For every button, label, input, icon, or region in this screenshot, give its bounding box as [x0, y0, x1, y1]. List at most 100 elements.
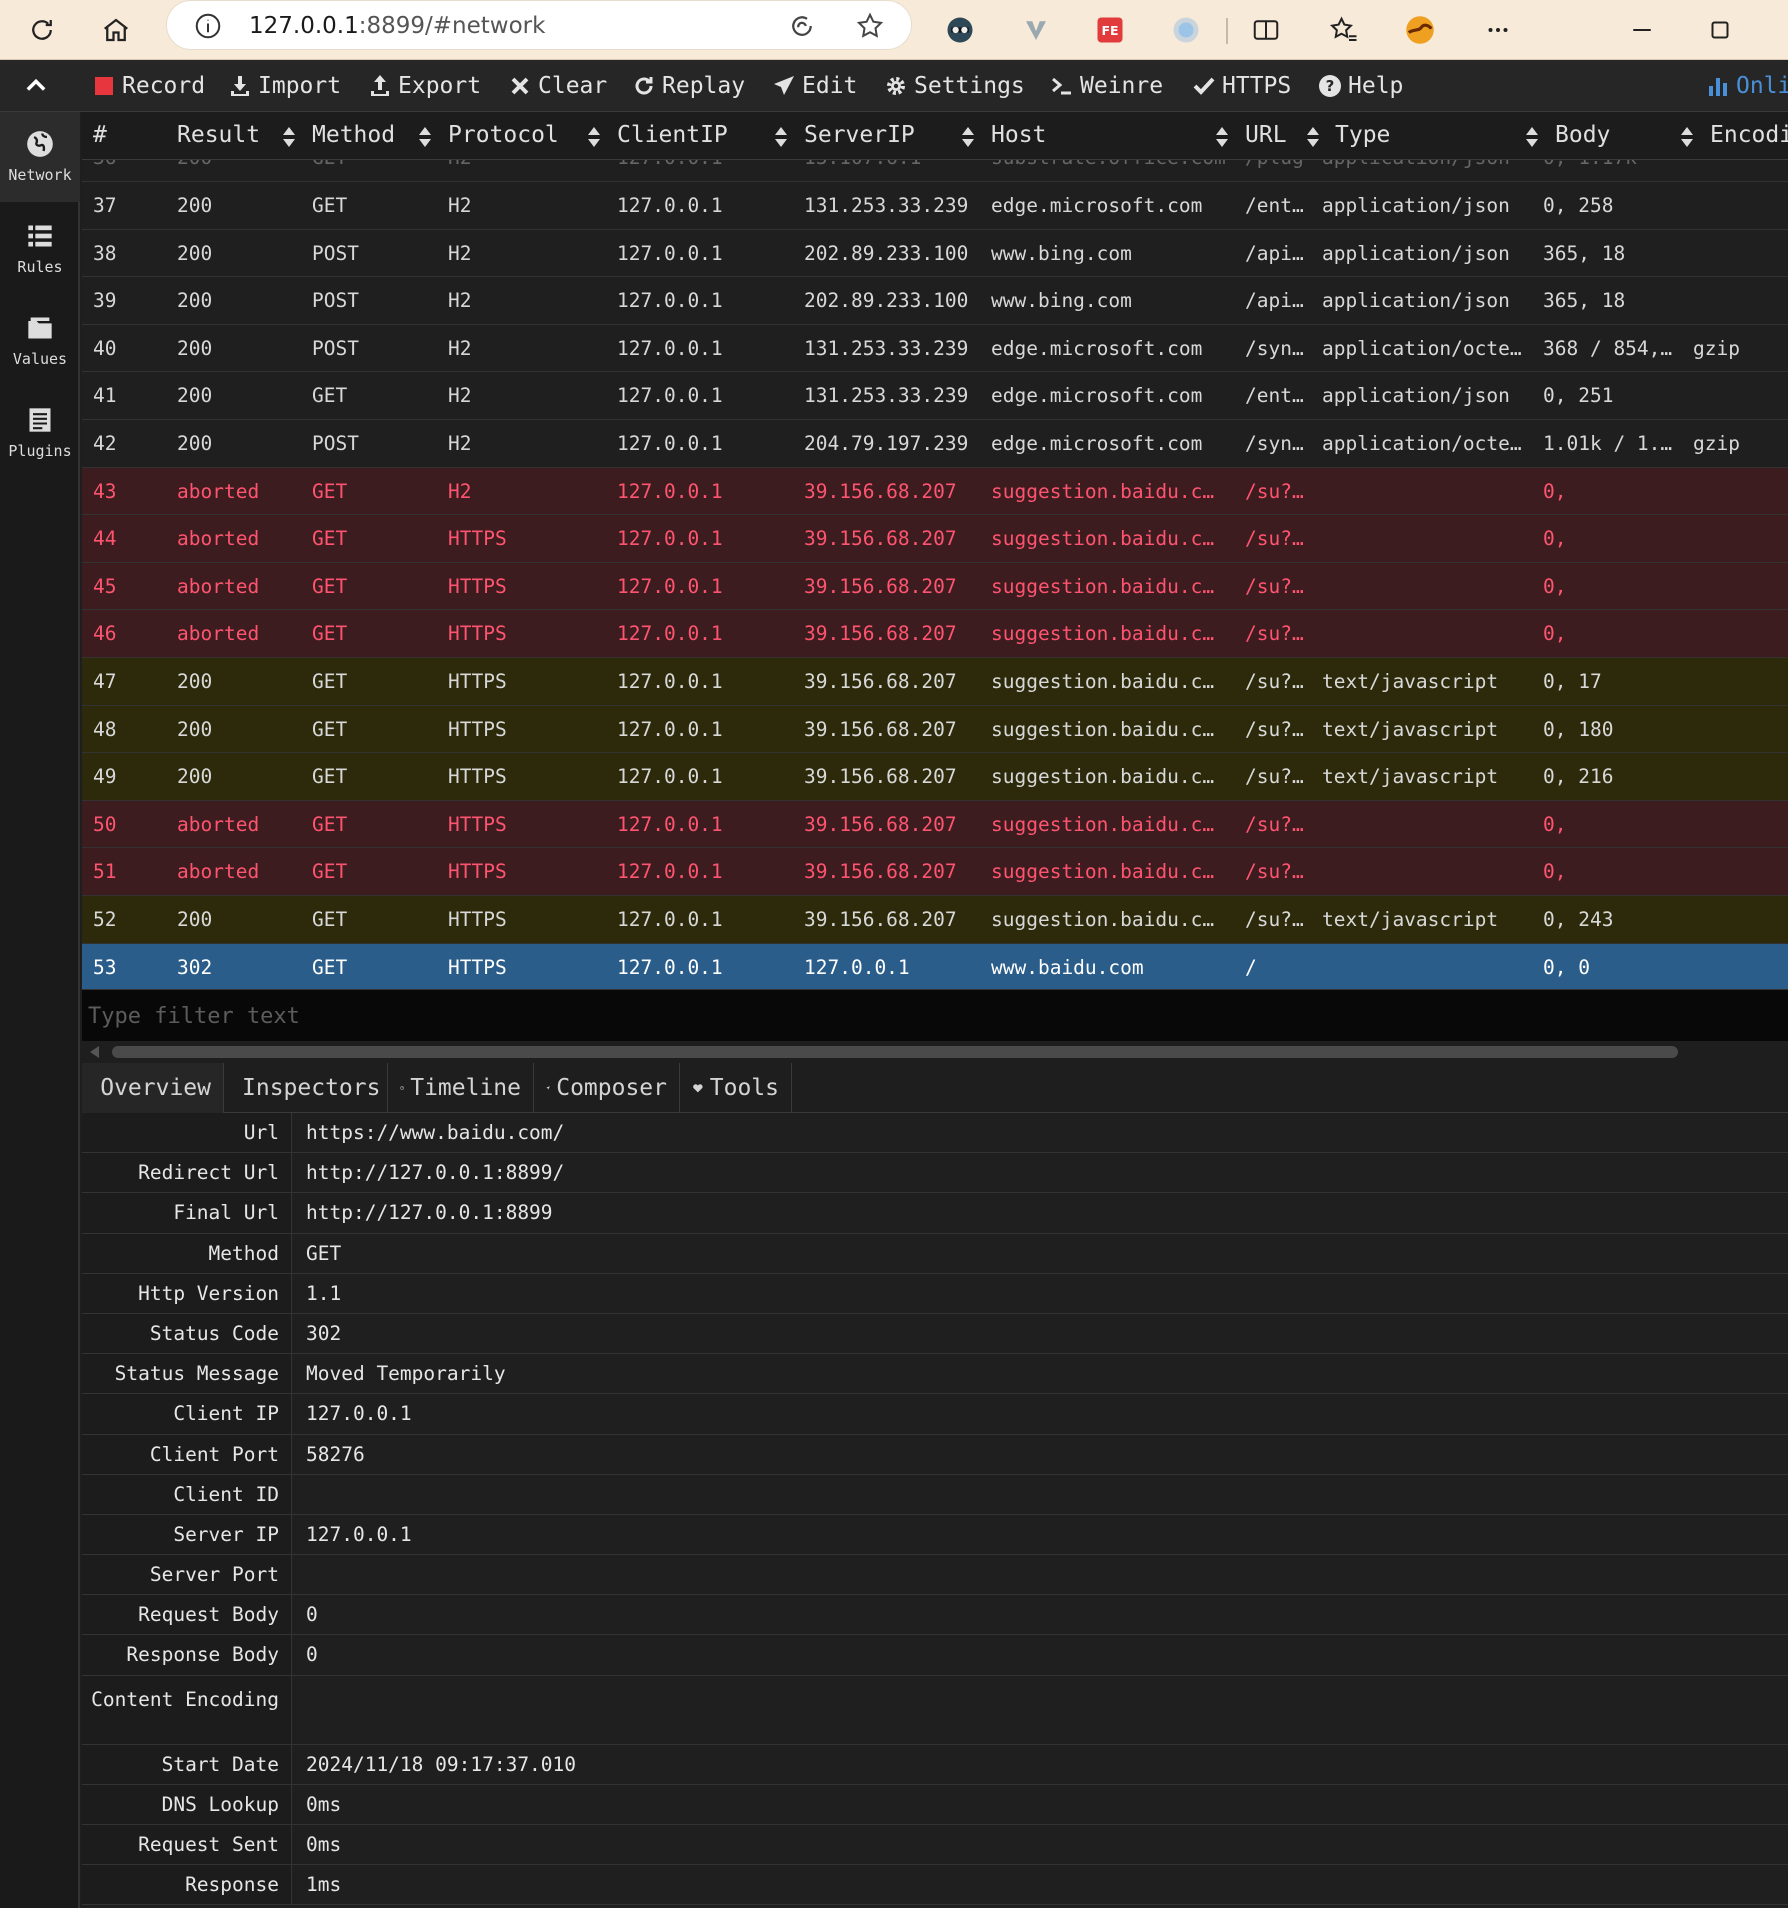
table-row[interactable]: 47 200 GET HTTPS 127.0.0.1 39.156.68.207 sugge…	[82, 657, 1788, 706]
table-row[interactable]: 43 aborted GET H2 127.0.0.1 39.156.68.207 sugg…	[82, 467, 1788, 516]
sort-arrows-icon[interactable]	[961, 126, 975, 148]
table-cell: 0, 258	[1543, 194, 1614, 217]
address-bar[interactable]: 127.0.0.1:8899/#network	[166, 0, 912, 50]
table-cell: 200	[177, 717, 213, 741]
record-button[interactable]: Record	[92, 67, 205, 105]
profile-avatar[interactable]	[1398, 8, 1442, 52]
sidebar-item-plugins[interactable]: Plugins	[0, 388, 80, 478]
table-row[interactable]: 46 aborted GET HTTPS 127.0.0.1 39.156.68.207 s…	[82, 610, 1788, 658]
table-row-selected[interactable]: 53 302 GET HTTPS 127.0.0.1 127.0.0.1 www.baidu…	[82, 943, 1788, 989]
table-cell: GET	[312, 907, 348, 931]
edit-button[interactable]: Edit	[772, 67, 857, 105]
maximize-icon[interactable]	[1698, 8, 1742, 52]
more-icon[interactable]	[1476, 8, 1520, 52]
sort-arrows-icon[interactable]	[1525, 126, 1539, 148]
sidebar-item-rules[interactable]: Rules	[0, 204, 80, 294]
tab-inspectors[interactable]: Inspectors	[224, 1063, 388, 1113]
table-cell: H2	[448, 479, 472, 503]
table-row[interactable]: 38 200 POST H2 127.0.0.1 202.89.233.100 www.bi…	[82, 230, 1788, 278]
sort-arrows-icon[interactable]	[418, 126, 432, 148]
collapse-up-icon[interactable]	[22, 72, 50, 100]
column-header-body[interactable]: Body	[1555, 122, 1610, 148]
table-row[interactable]: 52 200 GET HTTPS 127.0.0.1 39.156.68.207 sugge…	[82, 895, 1788, 944]
column-header-result[interactable]: Result	[177, 122, 260, 148]
horizontal-scrollbar[interactable]	[82, 1041, 1788, 1063]
table-row[interactable]: 51 aborted GET HTTPS 127.0.0.1 39.156.68.207 s…	[82, 848, 1788, 896]
export-button[interactable]: Export	[368, 67, 481, 105]
sort-arrows-icon[interactable]	[1215, 126, 1229, 148]
table-cell: H2	[448, 241, 472, 265]
table-cell: /su?…	[1245, 765, 1304, 789]
column-header-protocol[interactable]: Protocol	[448, 122, 559, 148]
scrollbar-thumb[interactable]	[112, 1046, 1678, 1058]
extension-circle-icon[interactable]	[1164, 8, 1208, 52]
info-icon[interactable]	[193, 11, 223, 41]
clear-button[interactable]: Clear	[508, 67, 607, 105]
column-header-host[interactable]: Host	[991, 122, 1046, 148]
table-cell: 131.253.33.239	[804, 384, 969, 408]
settings-button[interactable]: Settings	[884, 67, 1025, 105]
split-screen-icon[interactable]	[1244, 8, 1288, 52]
table-cell: 131.253.33.239	[804, 194, 969, 217]
sort-arrows-icon[interactable]	[774, 126, 788, 148]
table-cell: 0,	[1543, 812, 1567, 836]
overview-row: Content Encoding	[82, 1675, 1788, 1745]
filter-input[interactable]	[88, 998, 1778, 1034]
extension-v-icon[interactable]	[1014, 8, 1058, 52]
table-cell: suggestion.baidu.c…	[991, 907, 1215, 931]
column-header-url[interactable]: URL	[1245, 122, 1287, 148]
table-row[interactable]: 36 200 GET H2 127.0.0.1 13.107.6.1 substrate.o…	[82, 160, 1788, 182]
https-button[interactable]: HTTPS	[1192, 67, 1291, 105]
table-cell: 39.156.68.207	[804, 622, 957, 646]
extension-spy-icon[interactable]	[938, 8, 982, 52]
table-row[interactable]: 37 200 GET H2 127.0.0.1 131.253.33.239 edge.mi…	[82, 182, 1788, 230]
sort-arrows-icon[interactable]	[1306, 126, 1320, 148]
table-row[interactable]: 40 200 POST H2 127.0.0.1 131.253.33.239 edge.m…	[82, 325, 1788, 373]
table-cell: /su?…	[1245, 860, 1304, 884]
sort-arrows-icon[interactable]	[282, 126, 296, 148]
tab-label: Composer	[556, 1075, 667, 1101]
column-header-index[interactable]: #	[93, 122, 107, 148]
table-row[interactable]: 48 200 GET HTTPS 127.0.0.1 39.156.68.207 sugge…	[82, 705, 1788, 754]
favorite-star-icon[interactable]	[855, 11, 885, 41]
online-status[interactable]: Onli	[1706, 67, 1788, 105]
browser-chrome: 127.0.0.1:8899/#network FE	[0, 0, 1788, 60]
weinre-button[interactable]: Weinre	[1050, 67, 1163, 105]
column-header-encoding[interactable]: Encodi	[1710, 122, 1788, 148]
extension-fe-icon[interactable]: FE	[1088, 8, 1132, 52]
table-cell: gzip	[1693, 336, 1740, 360]
table-row[interactable]: 44 aborted GET HTTPS 127.0.0.1 39.156.68.207 s…	[82, 515, 1788, 563]
table-row[interactable]: 39 200 POST H2 127.0.0.1 202.89.233.100 www.bi…	[82, 277, 1788, 325]
sidebar-item-network[interactable]: Network	[0, 112, 80, 202]
column-header-type[interactable]: Type	[1335, 122, 1390, 148]
table-cell: 365, 18	[1543, 241, 1626, 265]
column-header-clientip[interactable]: ClientIP	[617, 122, 728, 148]
sidebar-item-values[interactable]: Values	[0, 296, 80, 386]
table-row[interactable]: 50 aborted GET HTTPS 127.0.0.1 39.156.68.207 s…	[82, 800, 1788, 849]
table-row[interactable]: 42 200 POST H2 127.0.0.1 204.79.197.239 edge.m…	[82, 420, 1788, 468]
tab-composer[interactable]: Composer	[534, 1063, 680, 1113]
import-button[interactable]: Import	[228, 67, 341, 105]
import-icon	[231, 76, 249, 96]
sort-arrows-icon[interactable]	[1680, 126, 1694, 148]
help-button[interactable]: ? Help	[1318, 67, 1403, 105]
column-header-serverip[interactable]: ServerIP	[804, 122, 915, 148]
tab-overview[interactable]: Overview	[82, 1063, 224, 1113]
replay-button[interactable]: Replay	[632, 67, 745, 105]
table-row[interactable]: 49 200 GET HTTPS 127.0.0.1 39.156.68.207 sugge…	[82, 753, 1788, 801]
reload-icon[interactable]	[20, 8, 64, 52]
favorites-icon[interactable]	[1322, 8, 1366, 52]
scroll-left-icon[interactable]	[90, 1046, 99, 1058]
tab-timeline[interactable]: Timeline	[388, 1063, 534, 1113]
minimize-icon[interactable]	[1620, 8, 1664, 52]
home-icon[interactable]	[94, 8, 138, 52]
table-row[interactable]: 45 aborted GET HTTPS 127.0.0.1 39.156.68.207 s…	[82, 562, 1788, 611]
column-header-method[interactable]: Method	[312, 122, 395, 148]
overview-row: Status Code 302	[82, 1313, 1788, 1355]
read-aloud-icon[interactable]	[787, 11, 817, 41]
sort-arrows-icon[interactable]	[587, 126, 601, 148]
record-icon	[95, 77, 113, 95]
table-row[interactable]: 41 200 GET H2 127.0.0.1 131.253.33.239 edge.mi…	[82, 372, 1788, 420]
table-cell: 127.0.0.1	[617, 907, 723, 931]
tab-tools[interactable]: Tools	[680, 1063, 792, 1113]
